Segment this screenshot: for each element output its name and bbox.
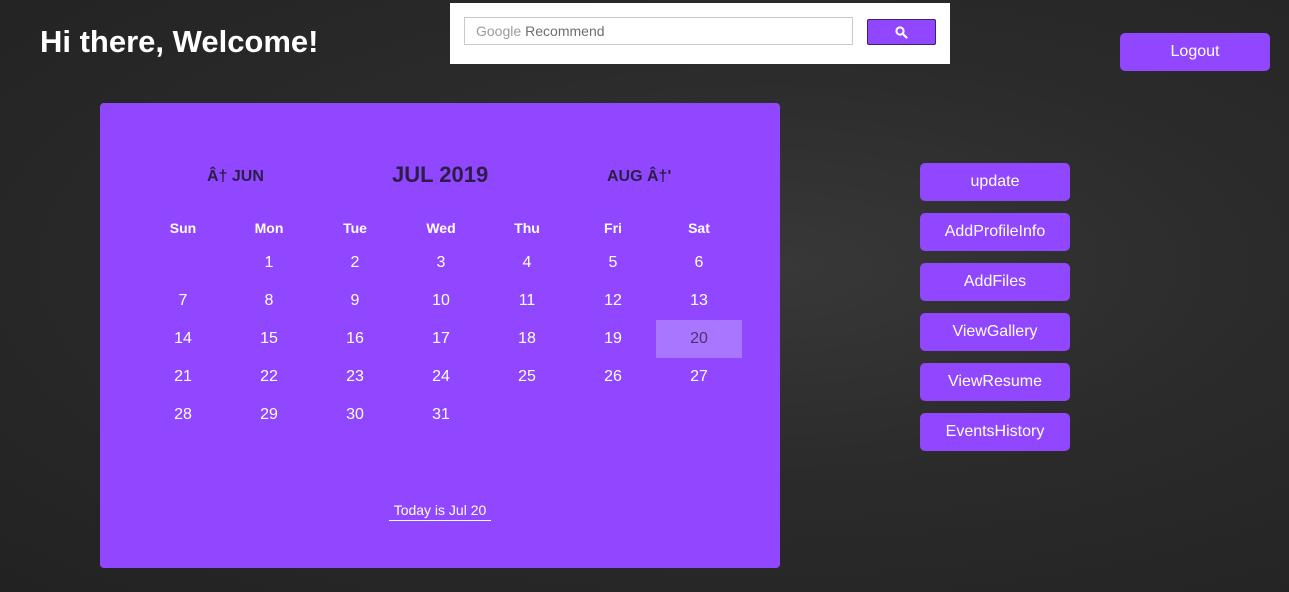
calendar-month-title: JUL 2019: [392, 162, 489, 187]
weekday-header: Sat: [688, 220, 710, 236]
weekday-header: Tue: [343, 220, 367, 236]
calendar-day[interactable]: 21: [140, 358, 226, 396]
viewresume-button[interactable]: ViewResume: [920, 363, 1070, 401]
logout-button[interactable]: Logout: [1120, 33, 1270, 71]
calendar-day[interactable]: 18: [484, 320, 570, 358]
calendar-day[interactable]: 30: [312, 396, 398, 434]
weekday-header: Fri: [604, 220, 622, 236]
search-button[interactable]: [867, 19, 936, 45]
calendar-day[interactable]: 5: [570, 244, 656, 282]
calendar-day[interactable]: 24: [398, 358, 484, 396]
calendar-day[interactable]: 1: [226, 244, 312, 282]
calendar-day-selected[interactable]: 20: [656, 320, 742, 358]
weekday-header: Thu: [514, 220, 540, 236]
search-brand-label: Google: [476, 23, 522, 39]
calendar-day[interactable]: 9: [312, 282, 398, 320]
calendar-day[interactable]: 16: [312, 320, 398, 358]
eventshistory-button[interactable]: EventsHistory: [920, 413, 1070, 451]
search-input[interactable]: [525, 23, 826, 39]
weekday-header: Wed: [426, 220, 456, 236]
search-field-wrapper[interactable]: Google: [464, 17, 853, 45]
calendar-day[interactable]: 12: [570, 282, 656, 320]
calendar-day[interactable]: 26: [570, 358, 656, 396]
calendar-day[interactable]: 25: [484, 358, 570, 396]
calendar-day[interactable]: 17: [398, 320, 484, 358]
calendar-day[interactable]: 6: [656, 244, 742, 282]
calendar-day[interactable]: 8: [226, 282, 312, 320]
calendar-day[interactable]: 23: [312, 358, 398, 396]
calendar-day[interactable]: 2: [312, 244, 398, 282]
calendar-day[interactable]: 27: [656, 358, 742, 396]
viewgallery-button[interactable]: ViewGallery: [920, 313, 1070, 351]
addprofileinfo-button[interactable]: AddProfileInfo: [920, 213, 1070, 251]
calendar-next-month[interactable]: AUG Â†': [607, 168, 671, 186]
calendar-day[interactable]: 11: [484, 282, 570, 320]
calendar-day[interactable]: 29: [226, 396, 312, 434]
calendar-day[interactable]: 15: [226, 320, 312, 358]
addfiles-button[interactable]: AddFiles: [920, 263, 1070, 301]
calendar-day[interactable]: 28: [140, 396, 226, 434]
search-icon: [895, 25, 908, 39]
calendar-day[interactable]: 19: [570, 320, 656, 358]
calendar-day[interactable]: 31: [398, 396, 484, 434]
calendar-prev-month[interactable]: Â† JUN: [207, 168, 264, 186]
calendar-day[interactable]: 13: [656, 282, 742, 320]
calendar-day[interactable]: 10: [398, 282, 484, 320]
calendar-day[interactable]: 3: [398, 244, 484, 282]
today-link[interactable]: Today is Jul 20: [389, 502, 491, 521]
update-button[interactable]: update: [920, 163, 1070, 201]
calendar-day[interactable]: 22: [226, 358, 312, 396]
greeting-title: Hi there, Welcome!: [40, 24, 319, 59]
weekday-header: Sun: [169, 220, 197, 236]
search-box: Google: [450, 3, 950, 64]
calendar-day[interactable]: 7: [140, 282, 226, 320]
calendar-day[interactable]: 14: [140, 320, 226, 358]
calendar-day[interactable]: 4: [484, 244, 570, 282]
weekday-header: Mon: [254, 220, 284, 236]
